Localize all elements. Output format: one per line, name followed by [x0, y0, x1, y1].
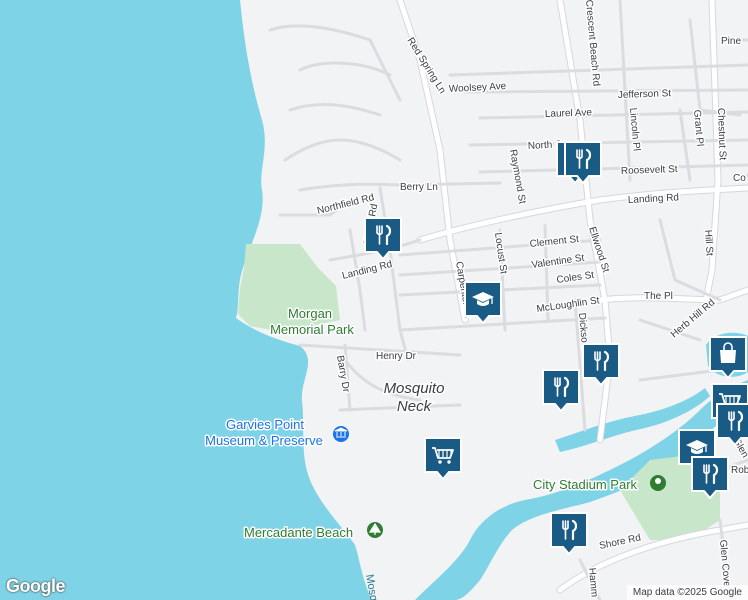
restaurant-marker[interactable]	[716, 403, 748, 447]
street-label: Rob	[731, 465, 748, 476]
poi-label-morgan[interactable]: Morgan	[286, 305, 333, 323]
poi-label-garvies[interactable]: Garvies Point	[224, 416, 305, 434]
restaurant-marker[interactable]	[564, 141, 602, 185]
map-attribution[interactable]: Map data ©2025 Google	[626, 585, 748, 600]
street-label: Hill St	[702, 229, 715, 256]
tree-icon[interactable]	[367, 522, 383, 538]
area-label-mosquito: Mosquito	[384, 380, 445, 397]
street-label: The Pl	[644, 291, 673, 302]
google-logo: Google	[6, 576, 66, 596]
street-label: Henry Dr	[376, 351, 417, 362]
street-label: Roosevelt St	[621, 164, 678, 177]
street-label: Chestnut St	[715, 108, 728, 161]
museum-icon[interactable]	[333, 426, 349, 442]
restaurant-marker[interactable]	[582, 343, 620, 387]
restaurant-marker[interactable]	[542, 369, 580, 413]
street-label: Laurel Ave	[545, 107, 593, 120]
park-pin-icon[interactable]	[650, 475, 666, 491]
street-label: Pine	[721, 36, 741, 47]
restaurant-marker[interactable]	[550, 512, 588, 556]
shopping-marker[interactable]	[709, 336, 747, 380]
grocery-marker[interactable]	[424, 437, 462, 481]
poi-label-museum[interactable]: Museum & Preserve	[204, 432, 325, 450]
school-marker[interactable]	[464, 281, 502, 325]
street-label: Co	[733, 173, 746, 184]
poi-label-memorial-park[interactable]: Memorial Park	[269, 321, 356, 339]
street-label: Jefferson St	[618, 88, 672, 101]
poi-label-mercadante[interactable]: Mercadante Beach	[243, 524, 355, 542]
map-canvas[interactable]: Mosquito Neck Morgan Memorial Park Garvi…	[0, 0, 748, 600]
street-label: Berry Ln	[400, 182, 438, 193]
area-label-neck: Neck	[397, 398, 433, 415]
poi-label-city-stadium[interactable]: City Stadium Park	[532, 476, 640, 494]
restaurant-marker[interactable]	[691, 456, 729, 500]
restaurant-marker[interactable]	[364, 217, 402, 261]
